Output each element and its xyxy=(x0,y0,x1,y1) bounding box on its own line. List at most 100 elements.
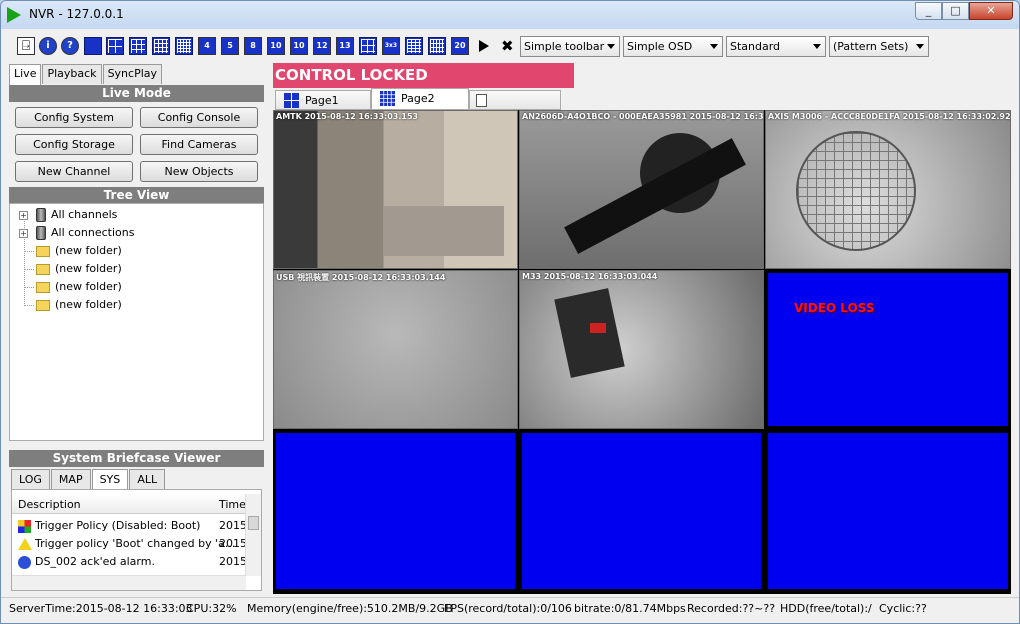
toolbar-mode-select[interactable]: Simple toolbar xyxy=(520,36,620,57)
device-icon xyxy=(36,226,46,240)
layout-24-icon[interactable] xyxy=(428,37,446,55)
tab-syncplay[interactable]: SyncPlay xyxy=(102,64,163,84)
new-objects-button[interactable]: New Objects xyxy=(140,161,258,182)
chevron-down-icon xyxy=(710,44,718,49)
channel-cell[interactable]: USB 視訊裝置 2015-08-12 16:33:03.144 xyxy=(273,270,518,429)
layout-9-icon[interactable] xyxy=(129,37,147,55)
layout-10-icon[interactable]: 10 xyxy=(267,37,285,55)
channel-cell[interactable]: AXIS M3006 - ACCC8E0DE1FA 2015-08-12 16:… xyxy=(765,110,1011,269)
tab-live[interactable]: Live xyxy=(9,64,42,85)
tab-page1[interactable]: Page1 xyxy=(275,90,371,110)
layout-custom-icon[interactable]: 20 xyxy=(451,37,469,55)
tree-item-folder[interactable]: (new folder) xyxy=(36,261,122,277)
minimize-button[interactable]: _ xyxy=(915,2,942,20)
layout-1-icon[interactable] xyxy=(84,37,102,55)
channel-cell[interactable]: AN2606D-A4O1BCO - 000EAEA35981 2015-08-1… xyxy=(519,110,764,269)
tree-view-header: Tree View xyxy=(9,187,264,204)
nvr-window: NVR - 127.0.0.1 _ □ ✕ ⍈ i ? 4 5 8 10 10 … xyxy=(0,0,1020,624)
layout-3x3-icon[interactable]: 3x3 xyxy=(382,37,400,55)
device-icon xyxy=(36,208,46,222)
hdd-readout: HDD(free/total):/ xyxy=(780,602,872,615)
config-storage-button[interactable]: Config Storage xyxy=(15,134,133,155)
channel-cell[interactable]: M33 2015-08-12 16:33:03.044 xyxy=(519,270,764,429)
tab-page2[interactable]: Page2 xyxy=(371,88,469,110)
layout-12-icon[interactable]: 12 xyxy=(313,37,331,55)
log-row[interactable]: Trigger policy 'Boot' changed by 'a... 20… xyxy=(18,535,246,553)
stop-x-icon[interactable]: ✖ xyxy=(501,37,514,55)
folder-icon xyxy=(36,263,50,275)
column-time[interactable]: Time xyxy=(219,498,246,511)
chevron-down-icon xyxy=(813,44,821,49)
find-cameras-button[interactable]: Find Cameras xyxy=(140,134,258,155)
new-page-tab[interactable] xyxy=(469,90,561,110)
folder-icon xyxy=(36,299,50,311)
tree-item-all-channels[interactable]: All channels xyxy=(36,207,117,223)
expand-icon[interactable]: + xyxy=(19,211,28,220)
empty-channel-cell[interactable] xyxy=(273,430,518,592)
expand-icon[interactable]: + xyxy=(19,229,28,238)
layout-10b-icon[interactable]: 10 xyxy=(290,37,308,55)
log-row[interactable]: DS_002 ack'ed alarm. 2015 xyxy=(18,553,246,571)
log-vertical-scrollbar[interactable] xyxy=(245,494,261,576)
layout-5-icon[interactable]: 5 xyxy=(221,37,239,55)
layout-8-icon[interactable]: 8 xyxy=(244,37,262,55)
layout-13-icon[interactable]: 13 xyxy=(336,37,354,55)
fps-readout: FPS(record/total):0/106 xyxy=(444,602,572,615)
recorded-readout: Recorded:??~?? xyxy=(687,602,776,615)
tab-playback[interactable]: Playback xyxy=(42,64,102,84)
tree-view: + All channels + All connections (new fo… xyxy=(9,203,264,441)
tree-item-all-connections[interactable]: All connections xyxy=(36,225,134,241)
channel-label: AXIS M3006 - ACCC8E0DE1FA 2015-08-12 16:… xyxy=(768,112,1011,121)
tree-item-folder[interactable]: (new folder) xyxy=(36,297,122,313)
column-description[interactable]: Description xyxy=(18,498,81,511)
empty-channel-cell[interactable] xyxy=(765,430,1011,592)
close-button[interactable]: ✕ xyxy=(969,2,1013,20)
play-icon[interactable] xyxy=(479,40,489,52)
channel-label: AMTK 2015-08-12 16:33:03.153 xyxy=(276,112,419,121)
layout-16-icon[interactable] xyxy=(152,37,170,55)
log-row[interactable]: Trigger Policy (Disabled: Boot) 2015 xyxy=(18,517,246,535)
pattern-sets-select[interactable]: (Pattern Sets) xyxy=(829,36,929,57)
info-icon[interactable]: i xyxy=(39,37,57,55)
tab-log[interactable]: LOG xyxy=(11,469,50,489)
tree-item-folder[interactable]: (new folder) xyxy=(36,279,122,295)
channel-cell[interactable]: AMTK 2015-08-12 16:33:03.153 xyxy=(273,110,518,269)
bitrate-readout: bitrate:0/81.74Mbps xyxy=(574,602,686,615)
help-icon[interactable]: ? xyxy=(61,37,79,55)
channel-label: USB 視訊裝置 2015-08-12 16:33:03.144 xyxy=(276,273,446,282)
maximize-button[interactable]: □ xyxy=(942,2,969,20)
new-channel-button[interactable]: New Channel xyxy=(15,161,133,182)
video-loss-cell[interactable]: VIDEO LOSS xyxy=(765,270,1011,429)
server-time: ServerTime:2015-08-12 16:33:03 xyxy=(9,602,193,615)
window-title: NVR - 127.0.0.1 xyxy=(29,7,124,21)
cpu-usage: CPU:32% xyxy=(186,602,237,615)
config-system-button[interactable]: Config System xyxy=(15,107,133,128)
channel-label: AN2606D-A4O1BCO - 000EAEA35981 2015-08-1… xyxy=(522,112,764,121)
live-mode-header: Live Mode xyxy=(9,85,264,102)
tab-map[interactable]: MAP xyxy=(50,469,91,489)
tree-item-folder[interactable]: (new folder) xyxy=(36,243,122,259)
cyclic-readout: Cyclic:?? xyxy=(879,602,927,615)
layout-4b-icon[interactable]: 4 xyxy=(198,37,216,55)
layout-16b-icon[interactable] xyxy=(359,37,377,55)
briefcase-header: System Briefcase Viewer xyxy=(9,450,264,467)
osd-mode-select[interactable]: Simple OSD xyxy=(623,36,723,57)
layout-25-icon[interactable] xyxy=(175,37,193,55)
tab-sys[interactable]: SYS xyxy=(91,469,129,489)
folder-icon xyxy=(36,245,50,257)
mode-tabs: Live Playback SyncPlay xyxy=(9,64,163,85)
config-console-button[interactable]: Config Console xyxy=(140,107,258,128)
standard-select[interactable]: Standard xyxy=(726,36,826,57)
info-icon xyxy=(18,555,31,569)
chevron-down-icon xyxy=(607,44,615,49)
layout-4-icon[interactable] xyxy=(106,37,124,55)
new-page-icon xyxy=(476,94,487,107)
tab-all[interactable]: ALL xyxy=(129,469,166,489)
exit-icon[interactable]: ⍈ xyxy=(17,37,35,55)
log-header: Description Time xyxy=(12,494,246,514)
empty-channel-cell[interactable] xyxy=(519,430,764,592)
app-play-icon xyxy=(7,7,21,23)
grid-16-icon xyxy=(380,91,395,106)
log-horizontal-scrollbar[interactable] xyxy=(12,575,246,590)
layout-20-icon[interactable] xyxy=(405,37,423,55)
